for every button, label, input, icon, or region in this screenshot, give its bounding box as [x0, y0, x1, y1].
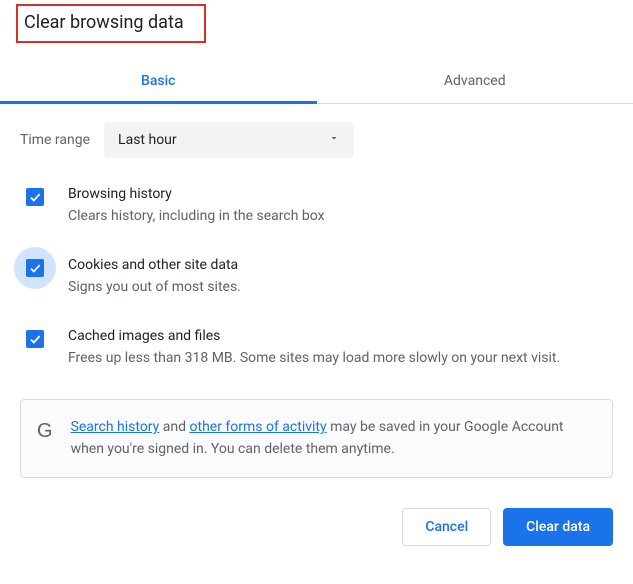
chevron-down-icon — [328, 132, 340, 148]
clear-data-button-label: Clear data — [526, 519, 590, 535]
time-range-value: Last hour — [118, 132, 177, 148]
option-title: Browsing history — [68, 186, 325, 202]
option-title: Cached images and files — [68, 328, 560, 344]
cancel-button-label: Cancel — [425, 519, 468, 535]
tab-basic-label: Basic — [141, 73, 175, 89]
google-logo-icon: G — [37, 420, 53, 443]
tab-basic[interactable]: Basic — [0, 61, 317, 103]
option-browsing-history: Browsing history Clears history, includi… — [20, 186, 613, 227]
dialog-title: Clear browsing data — [16, 4, 206, 43]
option-desc: Clears history, including in the search … — [68, 206, 325, 227]
time-range-row: Time range Last hour — [20, 122, 613, 158]
option-title: Cookies and other site data — [68, 257, 241, 273]
clear-browsing-data-dialog: Clear browsing data Basic Advanced Time … — [0, 0, 633, 566]
tab-advanced[interactable]: Advanced — [317, 61, 633, 103]
option-cookies: Cookies and other site data Signs you ou… — [20, 257, 613, 298]
checkbox-browsing-history[interactable] — [26, 188, 44, 206]
option-desc: Signs you out of most sites. — [68, 277, 241, 298]
option-desc: Frees up less than 318 MB. Some sites ma… — [68, 348, 560, 369]
tab-advanced-label: Advanced — [444, 73, 506, 89]
checkbox-cookies[interactable] — [26, 259, 44, 277]
time-range-select[interactable]: Last hour — [104, 122, 354, 158]
google-account-notice: G Search history and other forms of acti… — [20, 399, 613, 478]
dialog-title-wrap: Clear browsing data — [0, 0, 633, 51]
dialog-body: Time range Last hour Browsing history Cl… — [0, 104, 633, 478]
clear-data-button[interactable]: Clear data — [503, 508, 613, 546]
notice-text: Search history and other forms of activi… — [71, 416, 596, 461]
dialog-actions: Cancel Clear data — [0, 478, 633, 546]
notice-mid1: and — [159, 419, 189, 435]
link-search-history[interactable]: Search history — [71, 419, 160, 435]
cancel-button[interactable]: Cancel — [402, 508, 491, 546]
option-text: Cookies and other site data Signs you ou… — [68, 257, 241, 298]
option-text: Browsing history Clears history, includi… — [68, 186, 325, 227]
checkbox-cached[interactable] — [26, 330, 44, 348]
option-cached: Cached images and files Frees up less th… — [20, 328, 613, 369]
link-other-forms[interactable]: other forms of activity — [190, 419, 327, 435]
time-range-label: Time range — [20, 132, 90, 148]
option-text: Cached images and files Frees up less th… — [68, 328, 560, 369]
tabs: Basic Advanced — [0, 61, 633, 104]
